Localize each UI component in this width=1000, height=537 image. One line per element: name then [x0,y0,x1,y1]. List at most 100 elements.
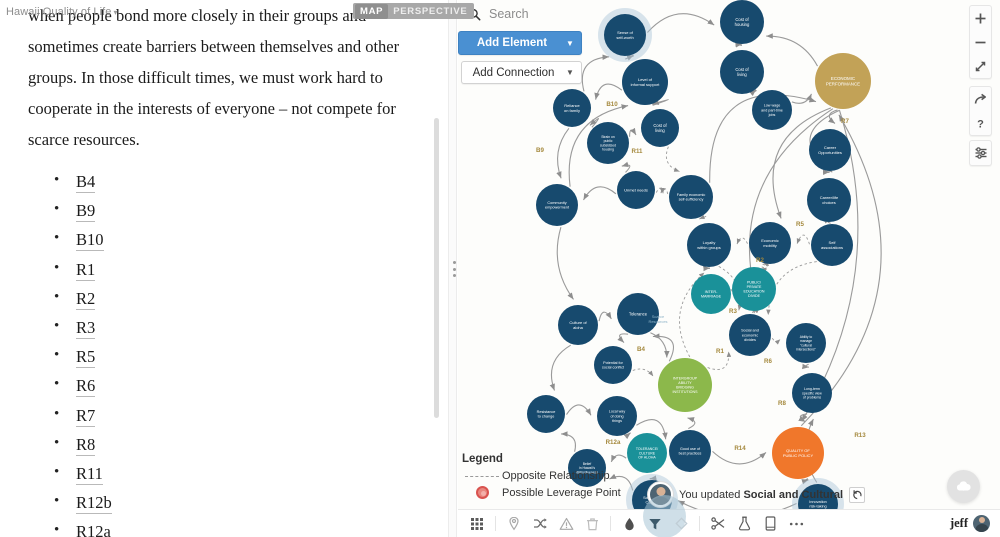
filter-button[interactable] [642,494,686,537]
doc-link[interactable]: R1 [76,259,96,281]
search-input-placeholder[interactable]: Search [489,7,529,21]
flask-button[interactable] [731,511,757,537]
graph-edge[interactable] [583,186,617,201]
graph-node[interactable]: Local wayof doingthings [597,396,637,436]
list-item[interactable]: R5 [54,345,400,369]
fit-to-screen-button[interactable] [970,54,991,78]
graph-node[interactable]: Cost ofliving [720,50,764,94]
doc-link[interactable]: R2 [76,288,96,310]
tab-perspective[interactable]: PERSPECTIVE [388,4,472,19]
undo-button[interactable] [849,486,866,503]
graph-node[interactable]: Cost ofliving [641,109,679,147]
graph-edge[interactable] [632,368,654,377]
share-button[interactable] [970,87,991,111]
diamond-button[interactable] [668,511,694,537]
list-item[interactable]: R1 [54,258,400,281]
list-item[interactable]: R2 [54,287,400,310]
graph-node[interactable]: CareerOpportunities [809,129,851,171]
add-element-button[interactable]: Add Element ▼ [458,31,582,55]
current-user[interactable]: jeff [950,515,994,532]
loop-label[interactable]: R3 [729,308,737,315]
shuffle-button[interactable] [527,511,553,537]
doc-link[interactable]: B9 [76,201,96,223]
graph-edge[interactable] [665,146,680,172]
list-item[interactable]: R11 [54,462,400,485]
doc-link[interactable]: R5 [76,347,96,369]
upload-button[interactable] [947,470,980,503]
graph-edge[interactable] [646,13,715,33]
graph-edge[interactable] [549,344,571,391]
doc-link[interactable]: B4 [76,172,96,193]
list-item[interactable]: B4 [54,170,400,193]
doc-link[interactable]: R6 [76,376,96,398]
document-scrollbar-thumb[interactable] [434,118,439,418]
user-avatar[interactable] [973,515,990,532]
list-item[interactable]: R12b [54,491,400,515]
list-item[interactable]: B10 [54,228,400,252]
graph-edge[interactable] [712,450,767,465]
graph-node[interactable]: Loyaltywithin groups [687,223,731,267]
graph-node[interactable]: Culture ofaloha [558,305,598,345]
graph-edge[interactable] [735,42,743,48]
loop-label[interactable]: R8 [778,400,786,407]
graph-node[interactable]: Ability tomanage"culturalintersections" [786,323,826,363]
graph-node[interactable]: Good use ofbest practices [669,430,711,472]
graph-node[interactable]: PUBLIC/PRIVATEEDUCATIONDIVIDE [732,267,776,311]
tab-map[interactable]: MAP [355,3,389,19]
graph-node[interactable]: Social andeconomicdivides [729,314,771,356]
loop-label[interactable]: R7 [841,118,849,125]
graph-edge[interactable] [598,311,612,322]
graph-edge[interactable] [802,363,809,370]
graph-node[interactable]: Career/lifechoices [807,178,851,222]
graph-node[interactable]: Level ofinformal support [622,59,668,105]
loop-label[interactable]: B4 [637,346,645,353]
graph-node[interactable]: Selfassociations [811,224,853,266]
loop-label[interactable]: R6 [764,358,772,365]
graph-node[interactable]: Low wageand part-timejobs [752,90,792,130]
graph-node[interactable]: Sense ofself-worth [598,8,652,62]
graph-edge[interactable] [791,93,813,104]
graph-edge[interactable] [556,127,570,179]
add-connection-button[interactable]: Add Connection ▼ [461,61,582,84]
scissors-button[interactable] [705,511,731,537]
graph-node[interactable]: QUALITY OFPUBLIC POLICY [772,427,824,479]
graph-edge[interactable] [736,237,748,245]
graph-edge[interactable] [561,431,576,452]
map-title[interactable]: Hawaii Quality of Life ▾ [6,6,118,18]
graph-node[interactable]: TOLERANCE/CULTUREOF ALOHA [627,433,667,473]
graph-edge[interactable] [822,169,830,176]
graph-edge[interactable] [766,33,818,67]
list-item[interactable]: R3 [54,316,400,339]
graph-edge[interactable] [652,333,674,362]
graph-node[interactable]: Communityempowerment [536,184,578,226]
graph-edge[interactable] [771,337,781,345]
chevron-down-icon[interactable]: ▼ [559,39,581,48]
help-button[interactable]: ? [970,111,991,135]
graph-node[interactable]: ECONOMICPERFORMANCE [815,53,871,109]
pin-button[interactable] [501,511,527,537]
list-item[interactable]: R8 [54,433,400,456]
graph-node[interactable]: Unmet needs [617,171,655,209]
graph-edge[interactable] [556,227,574,300]
doc-link[interactable]: R12a [76,522,111,537]
settings-button[interactable] [970,141,991,165]
doc-link[interactable]: R8 [76,434,96,456]
graph-node[interactable]: Cost ofhousing [720,0,764,44]
graph-edge[interactable] [687,417,696,430]
graph-edge[interactable] [566,404,592,416]
graph-edge[interactable] [629,127,637,137]
trash-button[interactable] [579,511,605,537]
droplet-button[interactable] [616,511,642,537]
zoom-out-button[interactable] [970,30,991,54]
loop-label[interactable]: B10 [606,101,618,108]
loop-label[interactable]: R14 [734,445,746,452]
graph-edge[interactable] [623,432,631,440]
graph-node[interactable]: INTER-MARRIAGE [691,274,731,314]
graph-node[interactable]: Relianceon family [553,89,591,127]
alert-button[interactable] [553,511,579,537]
loop-label[interactable]: R1 [716,348,724,355]
loop-label[interactable]: R11 [631,148,643,155]
graph-edge[interactable] [594,83,623,100]
loop-label[interactable]: R12a [606,439,621,446]
pane-splitter-grip[interactable] [451,261,457,277]
